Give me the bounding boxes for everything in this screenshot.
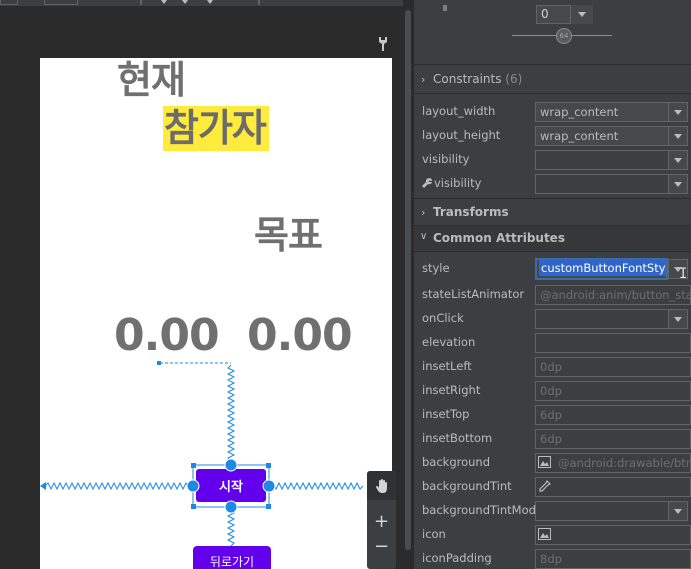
constraint-handles[interactable] [0, 0, 403, 569]
style-field-selection: customButtonFontStyle [539, 260, 666, 276]
background-tint-mode-dropdown[interactable] [668, 501, 688, 521]
inset-right-field[interactable]: 0dp [535, 381, 691, 401]
divider [414, 64, 691, 65]
icon-field[interactable] [535, 525, 691, 545]
attr-label: visibility [422, 152, 470, 166]
attr-row-background-tint: backgroundTint [414, 475, 691, 499]
attr-label: insetRight [422, 383, 481, 397]
style-field[interactable]: customButtonFontStyle [535, 258, 668, 280]
layout-width-field[interactable]: wrap_content [535, 102, 680, 122]
tools-visibility-dropdown[interactable] [668, 174, 688, 194]
layout-width-dropdown[interactable] [668, 102, 688, 122]
attr-row-inset-top: insetTop 6dp [414, 403, 691, 427]
elevation-field[interactable] [535, 333, 691, 353]
attr-label: elevation [422, 335, 476, 349]
attr-row-background: background @android:drawable/btn_default [414, 451, 691, 475]
inset-bottom-field[interactable]: 6dp [535, 429, 691, 449]
attr-row-inset-left: insetLeft 0dp [414, 355, 691, 379]
attr-label: backgroundTint [422, 479, 512, 493]
constraints-section-header[interactable]: › Constraints (6) [414, 67, 691, 91]
chevron-down-icon [674, 182, 682, 187]
bias-slider-knob[interactable]: 64 [556, 28, 572, 44]
wrench-icon [422, 178, 432, 188]
attr-row-onclick: onClick [414, 307, 691, 331]
tools-visibility-field[interactable] [535, 174, 680, 194]
transforms-section-label: Transforms [433, 205, 509, 219]
layout-height-dropdown[interactable] [668, 126, 688, 146]
constraint-widget-marker [443, 5, 447, 11]
chevron-down-icon: ∨ [420, 231, 428, 242]
icon-padding-field[interactable]: 8dp [535, 549, 691, 569]
layout-height-field[interactable]: wrap_content [535, 126, 680, 146]
chevron-down-icon [674, 110, 682, 115]
attr-label: backgroundTintMode [422, 503, 544, 517]
divider [414, 198, 691, 199]
common-attributes-section-header[interactable]: ∨ Common Attributes [414, 226, 691, 250]
visibility-dropdown[interactable] [668, 150, 688, 170]
attr-row-state-list-animator: stateListAnimator @android:anim/button_s… [414, 283, 691, 307]
chevron-down-icon [674, 158, 682, 163]
attr-label: layout_height [422, 128, 501, 142]
attr-label: background [422, 455, 491, 469]
image-icon[interactable] [538, 528, 551, 540]
canvas-scrollbar-thumb[interactable] [405, 10, 411, 550]
onclick-field[interactable] [535, 309, 680, 329]
attr-label: style [422, 261, 450, 275]
image-icon[interactable] [538, 456, 551, 468]
chevron-right-icon: › [421, 73, 426, 86]
inset-top-field[interactable]: 6dp [535, 405, 691, 425]
attr-row-tools-visibility: visibility [414, 172, 691, 196]
zoom-controls: + − [367, 471, 396, 569]
divider [414, 251, 691, 252]
attr-label: onClick [422, 311, 464, 325]
background-tint-mode-field[interactable] [535, 501, 680, 521]
chevron-down-icon [674, 509, 682, 514]
attr-row-elevation: elevation [414, 331, 691, 355]
inset-left-field[interactable]: 0dp [535, 357, 691, 377]
attr-label: visibility [434, 176, 482, 190]
zoom-out-button[interactable]: − [367, 532, 396, 561]
attr-label: insetLeft [422, 359, 472, 373]
margin-combo-dropdown[interactable] [570, 5, 593, 24]
attr-row-visibility: visibility [414, 148, 691, 172]
attr-label: stateListAnimator [422, 287, 525, 301]
attr-label: insetBottom [422, 431, 493, 445]
attr-row-icon-padding: iconPadding 8dp [414, 547, 691, 569]
state-list-animator-field[interactable]: @android:anim/button_state_list_anim [535, 285, 691, 305]
chevron-down-icon [674, 134, 682, 139]
attr-label: insetTop [422, 407, 470, 421]
chevron-right-icon: › [421, 206, 426, 219]
design-canvas[interactable]: 현재 참가자 목표 0.00 0.00 시작 뒤로가기 + − [0, 0, 403, 569]
transforms-section-header[interactable]: › Transforms [414, 200, 691, 224]
background-field[interactable]: @android:drawable/btn_default [535, 453, 691, 473]
attr-row-inset-bottom: insetBottom 6dp [414, 427, 691, 451]
attr-row-style: style customButtonFontStyle I [414, 257, 691, 282]
divider [414, 93, 691, 94]
attributes-panel: 0 64 › Constraints (6) layout_width wrap… [414, 0, 691, 569]
text-cursor-icon: I [679, 266, 688, 282]
constraints-count: (6) [505, 72, 523, 86]
attr-row-layout-height: layout_height wrap_content [414, 124, 691, 148]
attr-row-background-tint-mode: backgroundTintMode [414, 499, 691, 523]
color-picker-icon[interactable] [538, 480, 551, 492]
chevron-down-icon [674, 317, 682, 322]
chevron-down-icon [578, 12, 586, 17]
attr-row-layout-width: layout_width wrap_content [414, 100, 691, 124]
attr-row-icon: icon [414, 523, 691, 547]
constraints-section-label: Constraints [433, 72, 502, 86]
common-attributes-label: Common Attributes [433, 231, 565, 245]
attr-label: iconPadding [422, 551, 492, 565]
pan-hand-icon[interactable] [367, 471, 396, 500]
attr-label: icon [422, 527, 446, 541]
background-tint-field[interactable] [535, 477, 691, 497]
attr-row-inset-right: insetRight 0dp [414, 379, 691, 403]
attr-label: layout_width [422, 104, 496, 118]
visibility-field[interactable] [535, 150, 680, 170]
onclick-dropdown[interactable] [668, 309, 688, 329]
back-button[interactable]: 뒤로가기 [193, 546, 271, 569]
